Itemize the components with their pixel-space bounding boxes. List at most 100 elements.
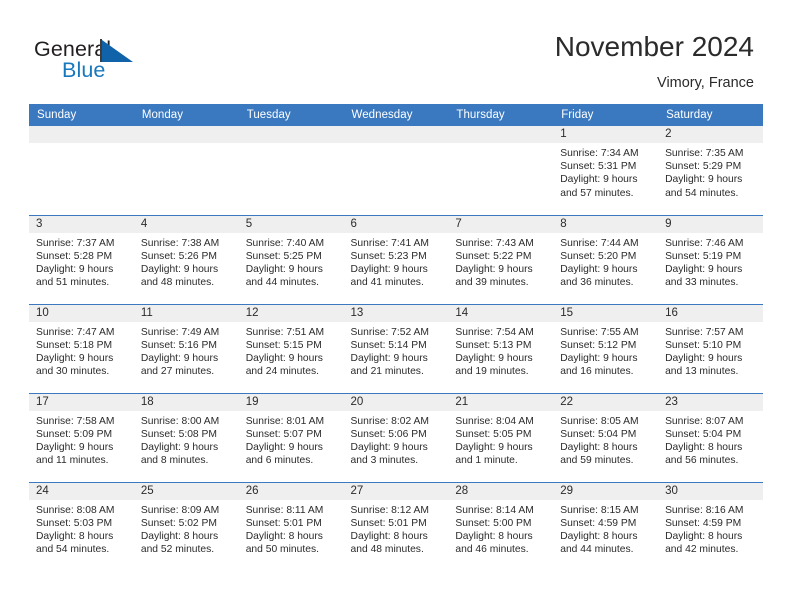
day-details: Sunrise: 7:55 AM Sunset: 5:12 PM Daylight:… xyxy=(553,322,658,379)
location-label: Vimory, France xyxy=(657,75,754,91)
calendar-cell-day[interactable]: 4 Sunrise: 7:38 AM Sunset: 5:26 PM Daylight… xyxy=(133,214,239,304)
day-detail-daylight1: Daylight: 9 hours xyxy=(665,263,743,275)
calendar-cell-day[interactable]: 14 Sunrise: 7:54 AM Sunset: 5:13 PM Dayligh… xyxy=(448,303,554,393)
day-detail-daylight1: Daylight: 9 hours xyxy=(36,263,114,275)
day-detail-sunset: Sunset: 5:13 PM xyxy=(455,339,532,351)
weekday-header-row: Sunday Monday Tuesday Wednesday Thursday… xyxy=(29,104,763,126)
day-detail-sunset: Sunset: 5:15 PM xyxy=(245,339,322,351)
calendar-cell-day[interactable]: 3 Sunrise: 7:37 AM Sunset: 5:28 PM Daylight… xyxy=(29,214,134,304)
day-details: Sunrise: 7:34 AM Sunset: 5:31 PM Daylight:… xyxy=(553,143,658,200)
day-detail-sunrise: Sunrise: 7:47 AM xyxy=(36,326,115,338)
day-detail-sunset: Sunset: 5:14 PM xyxy=(350,339,427,351)
page-title: November 2024 xyxy=(554,31,754,62)
calendar-cell-empty xyxy=(29,126,134,215)
calendar-cell-day[interactable]: 24 Sunrise: 8:08 AM Sunset: 5:03 PM Dayligh… xyxy=(29,481,134,571)
day-detail-daylight1: Daylight: 9 hours xyxy=(350,263,428,275)
day-detail-sunrise: Sunrise: 8:02 AM xyxy=(350,415,429,427)
day-number: 3 xyxy=(29,215,134,233)
calendar-cell-day[interactable]: 13 Sunrise: 7:52 AM Sunset: 5:14 PM Dayligh… xyxy=(343,303,449,393)
day-details: Sunrise: 8:01 AM Sunset: 5:07 PM Daylight:… xyxy=(239,411,344,468)
calendar-cell-day[interactable]: 2 Sunrise: 7:35 AM Sunset: 5:29 PM Daylight… xyxy=(658,126,763,215)
calendar-cell-day[interactable]: 21 Sunrise: 8:04 AM Sunset: 5:05 PM Dayligh… xyxy=(448,392,554,482)
day-details: Sunrise: 8:09 AM Sunset: 5:02 PM Daylight:… xyxy=(134,500,239,557)
day-details: Sunrise: 7:37 AM Sunset: 5:28 PM Daylight:… xyxy=(29,233,134,290)
day-detail-sunset: Sunset: 5:22 PM xyxy=(455,250,532,262)
calendar-cell-day[interactable]: 7 Sunrise: 7:43 AM Sunset: 5:22 PM Daylight… xyxy=(448,214,554,304)
calendar-cell-day[interactable]: 10 Sunrise: 7:47 AM Sunset: 5:18 PM Dayligh… xyxy=(29,303,134,393)
day-number: 10 xyxy=(29,304,134,322)
day-details: Sunrise: 7:35 AM Sunset: 5:29 PM Daylight:… xyxy=(658,143,763,200)
day-detail-sunset: Sunset: 5:18 PM xyxy=(36,339,113,351)
day-detail-daylight2: and 44 minutes. xyxy=(245,277,319,289)
day-detail-sunset: Sunset: 5:26 PM xyxy=(140,250,217,262)
calendar-cell-day[interactable]: 28 Sunrise: 8:14 AM Sunset: 5:00 PM Dayligh… xyxy=(448,481,554,571)
calendar-table: Sunday Monday Tuesday Wednesday Thursday… xyxy=(29,104,763,571)
day-detail-daylight1: Daylight: 9 hours xyxy=(665,352,743,364)
day-detail-daylight1: Daylight: 8 hours xyxy=(665,441,743,453)
day-detail-daylight1: Daylight: 8 hours xyxy=(560,530,638,542)
day-detail-daylight2: and 54 minutes. xyxy=(665,187,739,199)
day-number: 27 xyxy=(343,482,449,500)
day-detail-sunrise: Sunrise: 8:14 AM xyxy=(455,504,534,516)
general-blue-logo: General Blue xyxy=(34,36,234,84)
calendar-cell-day[interactable]: 8 Sunrise: 7:44 AM Sunset: 5:20 PM Daylight… xyxy=(553,214,659,304)
calendar-cell-day[interactable]: 9 Sunrise: 7:46 AM Sunset: 5:19 PM Daylight… xyxy=(658,214,763,304)
day-details: Sunrise: 7:49 AM Sunset: 5:16 PM Daylight:… xyxy=(134,322,239,379)
day-number: 1 xyxy=(553,126,659,143)
calendar-cell-day[interactable]: 29 Sunrise: 8:15 AM Sunset: 4:59 PM Dayligh… xyxy=(553,481,659,571)
calendar-cell-day[interactable]: 30 Sunrise: 8:16 AM Sunset: 4:59 PM Dayligh… xyxy=(658,481,763,571)
day-detail-sunset: Sunset: 5:03 PM xyxy=(36,517,113,529)
calendar-cell-day[interactable]: 18 Sunrise: 8:00 AM Sunset: 5:08 PM Dayligh… xyxy=(133,392,239,482)
day-number: 2 xyxy=(658,126,763,143)
day-number: 30 xyxy=(658,482,763,500)
day-detail-daylight1: Daylight: 8 hours xyxy=(560,441,638,453)
day-detail-sunrise: Sunrise: 8:07 AM xyxy=(665,415,744,427)
day-number xyxy=(238,126,344,143)
day-details: Sunrise: 8:00 AM Sunset: 5:08 PM Daylight:… xyxy=(134,411,239,468)
day-detail-sunset: Sunset: 5:01 PM xyxy=(245,517,322,529)
calendar-cell-day[interactable]: 22 Sunrise: 8:05 AM Sunset: 5:04 PM Dayligh… xyxy=(553,392,659,482)
day-detail-sunrise: Sunrise: 7:40 AM xyxy=(245,237,325,249)
day-detail-daylight1: Daylight: 9 hours xyxy=(350,352,428,364)
day-detail-daylight2: and 19 minutes. xyxy=(455,366,529,378)
day-number: 9 xyxy=(658,215,763,233)
title-block: November 2024 Vimory, France xyxy=(555,30,754,93)
day-detail-sunrise: Sunrise: 7:44 AM xyxy=(560,237,639,249)
day-detail-sunrise: Sunrise: 8:05 AM xyxy=(560,415,639,427)
calendar-page: General Blue November 2024 Vimory, Franc… xyxy=(0,0,792,612)
calendar-cell-day[interactable]: 5 Sunrise: 7:40 AM Sunset: 5:25 PM Daylight… xyxy=(238,214,344,304)
day-detail-daylight2: and 54 minutes. xyxy=(36,544,110,556)
day-detail-daylight1: Daylight: 8 hours xyxy=(665,530,743,542)
day-number: 15 xyxy=(553,304,659,322)
calendar-cell-empty xyxy=(133,126,239,215)
calendar-cell-day[interactable]: 6 Sunrise: 7:41 AM Sunset: 5:23 PM Daylight… xyxy=(343,214,449,304)
day-number: 13 xyxy=(343,304,449,322)
calendar-cell-day[interactable]: 15 Sunrise: 7:55 AM Sunset: 5:12 PM Dayligh… xyxy=(553,303,659,393)
day-details: Sunrise: 7:54 AM Sunset: 5:13 PM Daylight:… xyxy=(448,322,553,379)
day-details: Sunrise: 7:43 AM Sunset: 5:22 PM Daylight:… xyxy=(448,233,553,290)
calendar-cell-day[interactable]: 20 Sunrise: 8:02 AM Sunset: 5:06 PM Dayligh… xyxy=(343,392,449,482)
calendar-cell-day[interactable]: 23 Sunrise: 8:07 AM Sunset: 5:04 PM Dayligh… xyxy=(658,392,763,482)
day-detail-sunset: Sunset: 5:04 PM xyxy=(560,428,637,440)
calendar-cell-day[interactable]: 12 Sunrise: 7:51 AM Sunset: 5:15 PM Dayligh… xyxy=(238,303,344,393)
day-detail-daylight1: Daylight: 9 hours xyxy=(245,263,323,275)
day-number: 21 xyxy=(448,393,554,411)
day-detail-daylight2: and 52 minutes. xyxy=(140,544,215,556)
calendar-cell-day[interactable]: 11 Sunrise: 7:49 AM Sunset: 5:16 PM Dayligh… xyxy=(133,303,239,393)
day-detail-daylight1: Daylight: 9 hours xyxy=(140,263,219,275)
day-details: Sunrise: 7:52 AM Sunset: 5:14 PM Daylight:… xyxy=(344,322,449,379)
day-number: 25 xyxy=(133,482,239,500)
day-detail-daylight1: Daylight: 9 hours xyxy=(245,441,323,453)
calendar-cell-day[interactable]: 26 Sunrise: 8:11 AM Sunset: 5:01 PM Dayligh… xyxy=(238,481,344,571)
calendar-cell-day[interactable]: 19 Sunrise: 8:01 AM Sunset: 5:07 PM Dayligh… xyxy=(238,392,344,482)
calendar-week-row: 10 Sunrise: 7:47 AM Sunset: 5:18 PM Dayligh… xyxy=(29,303,763,393)
day-detail-daylight1: Daylight: 9 hours xyxy=(36,441,114,453)
calendar-cell-day[interactable]: 1 Sunrise: 7:34 AM Sunset: 5:31 PM Daylight… xyxy=(553,126,659,215)
day-detail-sunset: Sunset: 5:31 PM xyxy=(560,161,637,173)
calendar-cell-day[interactable]: 16 Sunrise: 7:57 AM Sunset: 5:10 PM Dayligh… xyxy=(658,303,763,393)
calendar-cell-day[interactable]: 25 Sunrise: 8:09 AM Sunset: 5:02 PM Dayligh… xyxy=(133,481,239,571)
calendar-cell-day[interactable]: 27 Sunrise: 8:12 AM Sunset: 5:01 PM Dayligh… xyxy=(343,481,449,571)
day-details: Sunrise: 7:47 AM Sunset: 5:18 PM Daylight:… xyxy=(29,322,134,379)
day-detail-sunset: Sunset: 5:25 PM xyxy=(245,250,322,262)
calendar-cell-day[interactable]: 17 Sunrise: 7:58 AM Sunset: 5:09 PM Dayligh… xyxy=(29,392,134,482)
